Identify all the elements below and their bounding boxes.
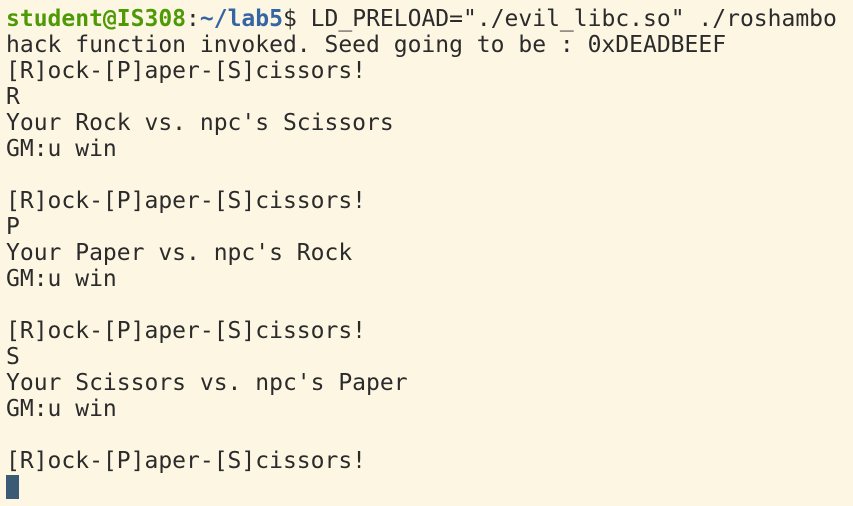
output-line: [R]ock-[P]aper-[S]cissors!: [6, 448, 367, 474]
command-prompt-line: student@IS308:~/lab5$ LD_PRELOAD="./evil…: [6, 6, 853, 32]
output-line: R: [6, 84, 20, 110]
terminal-window[interactable]: student@IS308:~/lab5$ LD_PRELOAD="./evil…: [0, 0, 853, 506]
output-line: Your Rock vs. npc's Scissors: [6, 110, 394, 136]
output-line: Your Scissors vs. npc's Paper: [6, 370, 408, 396]
output-line: hack function invoked. Seed going to be …: [6, 32, 727, 58]
output-line: [R]ock-[P]aper-[S]cissors!: [6, 58, 367, 84]
prompt-colon: :: [186, 6, 200, 32]
prompt-command: LD_PRELOAD="./evil_libc.so" ./roshambo: [296, 6, 837, 32]
output-line: P: [6, 214, 20, 240]
output-line: Your Paper vs. npc's Rock: [6, 240, 353, 266]
output-line: S: [6, 344, 20, 370]
output-line: GM:u win: [6, 396, 117, 422]
prompt-path: ~/lab5: [199, 6, 283, 32]
text-cursor: [6, 475, 19, 499]
output-line: GM:u win: [6, 266, 117, 292]
output-line: [R]ock-[P]aper-[S]cissors!: [6, 188, 367, 214]
output-line: GM:u win: [6, 136, 117, 162]
output-line: [R]ock-[P]aper-[S]cissors!: [6, 318, 367, 344]
prompt-dollar: $: [282, 6, 297, 32]
input-line[interactable]: [6, 474, 853, 500]
prompt-user-host: student@IS308: [6, 6, 187, 32]
